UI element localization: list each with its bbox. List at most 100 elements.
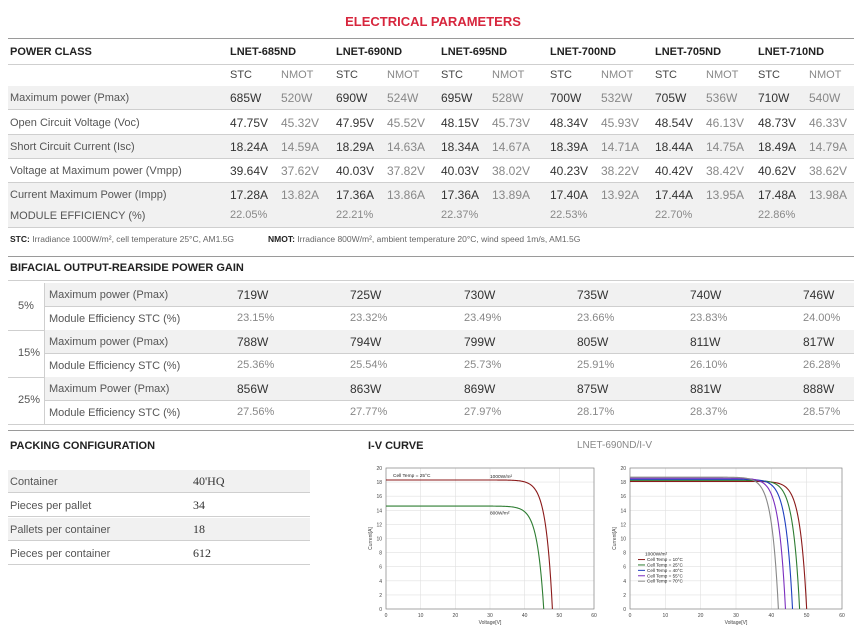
y-tick-label: 8	[379, 551, 382, 557]
row-divider	[8, 227, 854, 228]
stc-column-header: STC	[441, 69, 463, 81]
bifacial-value: 27.56%	[237, 406, 275, 418]
model-header: LNET-710ND	[758, 46, 825, 58]
param-value: 37.62V	[281, 164, 320, 178]
x-tick-label: 0	[385, 613, 388, 619]
bifacial-value: 794W	[350, 335, 382, 349]
param-value: 17.40A	[550, 188, 589, 202]
param-value: 46.33V	[809, 116, 848, 130]
bifacial-value: 26.10%	[690, 359, 728, 371]
param-value: 14.75A	[706, 140, 745, 154]
group-divider	[8, 377, 44, 378]
packing-label: Container	[10, 476, 58, 488]
param-value: 18.39A	[550, 140, 589, 154]
x-tick-label: 50	[804, 613, 810, 619]
row-divider	[44, 306, 854, 307]
packing-value: 40'HQ	[193, 474, 225, 488]
nmot-note: NMOT: Irradiance 800W/m², ambient temper…	[268, 234, 581, 244]
y-tick-label: 20	[376, 466, 382, 472]
param-value: 40.03V	[441, 164, 480, 178]
bifacial-row-label: Module Efficiency STC (%)	[49, 313, 181, 325]
x-axis-label: Voltage[V]	[479, 620, 502, 626]
stc-column-header: STC	[336, 69, 358, 81]
bifacial-row-label: Maximum power (Pmax)	[49, 336, 169, 348]
row-divider	[8, 540, 310, 541]
row-divider	[44, 400, 854, 401]
param-value: 45.93V	[601, 116, 640, 130]
stc-column-header: STC	[230, 69, 252, 81]
param-value: 14.79A	[809, 140, 848, 154]
y-tick-label: 20	[620, 466, 626, 472]
y-tick-label: 14	[376, 508, 382, 514]
row-divider	[44, 424, 854, 425]
param-label: Maximum power (Pmax)	[10, 92, 130, 104]
param-value: 40.62V	[758, 164, 797, 178]
param-value: 13.82A	[281, 188, 320, 202]
y-tick-label: 14	[620, 508, 626, 514]
bifacial-value: 28.57%	[803, 406, 841, 418]
x-tick-label: 0	[629, 613, 632, 619]
y-tick-label: 0	[379, 607, 382, 613]
param-value: 40.42V	[655, 164, 694, 178]
y-tick-label: 8	[623, 551, 626, 557]
packing-value: 18	[193, 522, 205, 536]
bifacial-value: 23.49%	[464, 312, 502, 324]
bifacial-value: 811W	[690, 335, 721, 349]
param-value: 705W	[655, 91, 687, 105]
nmot-column-header: NMOT	[809, 69, 842, 81]
param-value: 17.44A	[655, 188, 694, 202]
model-header: LNET-690ND	[336, 46, 403, 58]
stc-column-header: STC	[655, 69, 677, 81]
bifacial-value: 730W	[464, 288, 496, 302]
param-value: 17.36A	[336, 188, 375, 202]
nmot-column-header: NMOT	[387, 69, 420, 81]
bifacial-value: 26.28%	[803, 359, 841, 371]
param-value: 48.73V	[758, 116, 797, 130]
iv-series-line	[630, 478, 794, 610]
param-value: 18.24A	[230, 140, 269, 154]
power-class-label: POWER CLASS	[10, 46, 92, 58]
group-separator	[44, 283, 45, 424]
y-tick-label: 10	[620, 537, 626, 543]
stc-column-header: STC	[550, 69, 572, 81]
bifacial-value: 27.97%	[464, 406, 502, 418]
param-value: 38.42V	[706, 164, 745, 178]
bifacial-row-label: Module Efficiency STC (%)	[49, 407, 181, 419]
param-value: 536W	[706, 91, 738, 105]
bifacial-value: 888W	[803, 382, 835, 396]
bifacial-value: 25.73%	[464, 359, 502, 371]
y-tick-label: 18	[620, 480, 626, 486]
param-value: 47.75V	[230, 116, 269, 130]
param-label: Current Maximum Power (Impp)	[10, 189, 167, 201]
y-tick-label: 6	[623, 565, 626, 571]
param-value: 528W	[492, 91, 524, 105]
bifacial-value: 881W	[690, 382, 722, 396]
param-value: 520W	[281, 91, 313, 105]
legend-entry: Cell Temp = 25°C	[647, 562, 684, 567]
row-divider	[8, 492, 310, 493]
y-tick-label: 16	[620, 494, 626, 500]
group-divider	[8, 424, 44, 425]
param-value: 45.32V	[281, 116, 320, 130]
bifacial-value: 23.15%	[237, 312, 275, 324]
param-value: 45.73V	[492, 116, 531, 130]
y-tick-label: 10	[376, 537, 382, 543]
packing-value: 34	[193, 498, 205, 512]
param-value: 38.22V	[601, 164, 640, 178]
model-header: LNET-695ND	[441, 46, 508, 58]
x-tick-label: 50	[557, 613, 563, 619]
param-value: 40.23V	[550, 164, 589, 178]
param-value: 685W	[230, 91, 262, 105]
param-value: 18.34A	[441, 140, 480, 154]
chart-annotation: Cell Temp = 25°C	[393, 473, 431, 479]
legend-entry: Cell Temp = 10°C	[647, 557, 684, 562]
bifacial-value: 23.66%	[577, 312, 615, 324]
y-tick-label: 4	[623, 579, 626, 585]
bifacial-value: 24.00%	[803, 312, 841, 324]
efficiency-value: 22.53%	[550, 209, 588, 221]
param-value: 47.95V	[336, 116, 375, 130]
iv-curve-title: I-V CURVE	[368, 440, 424, 452]
x-tick-label: 20	[698, 613, 704, 619]
packing-title: PACKING CONFIGURATION	[10, 440, 156, 452]
param-value: 524W	[387, 91, 419, 105]
